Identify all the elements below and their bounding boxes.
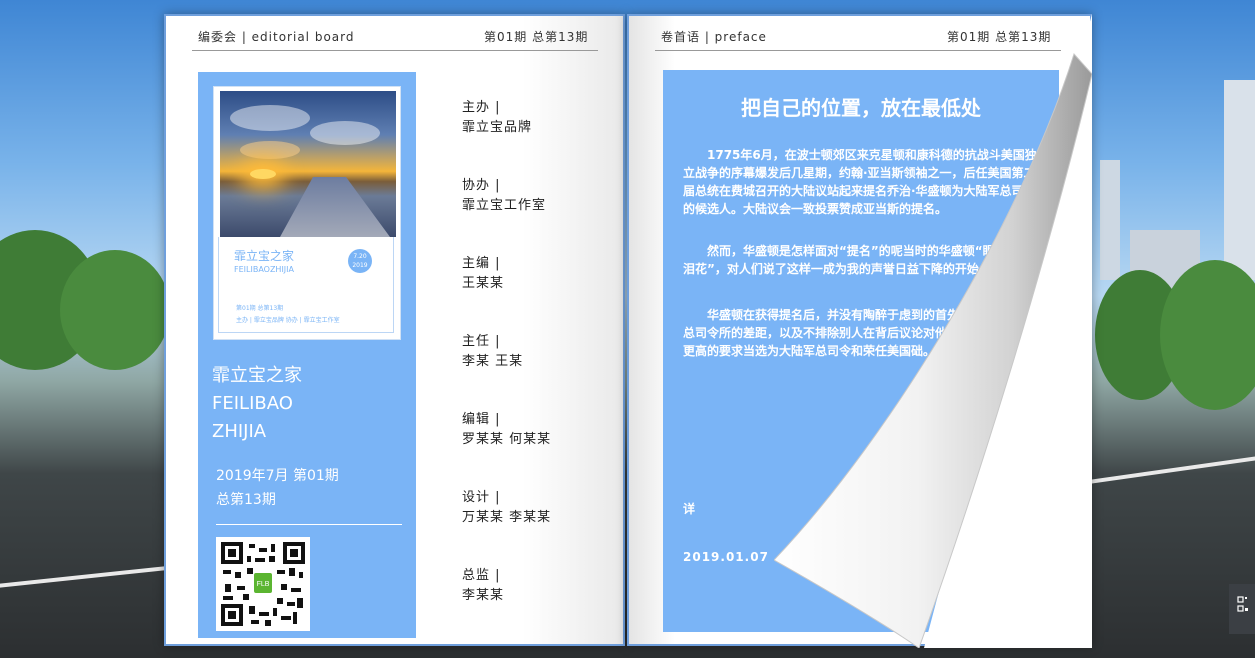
staff-designers: 设计 | 万某某 李某某 [462, 488, 551, 528]
staff-editor-in-chief: 主编 | 王某某 [462, 254, 504, 294]
staff-names: 霏立宝品牌 [462, 120, 533, 135]
staff-role: 总监 | [462, 568, 501, 583]
cover-subtitle: FEILIBAOZHIJIA [234, 265, 294, 274]
staff-role: 设计 | [462, 490, 501, 505]
issue-date: 2019年7月 第01期 [216, 468, 339, 484]
staff-names: 李某 王某 [462, 354, 524, 369]
staff-role: 编辑 | [462, 412, 501, 427]
staff-role: 主任 | [462, 334, 501, 349]
article-date: 2019.01.07 [683, 550, 769, 564]
right-page-header-title: 卷首语 | preface [661, 30, 767, 44]
cover-thumbnail[interactable]: 霏立宝之家 FEILIBAOZHIJIA 7.20 2019 第01期 总第13… [213, 86, 401, 340]
background-building [1100, 160, 1120, 280]
qr-code-icon [1237, 596, 1248, 612]
read-more-link[interactable]: 详 [683, 500, 695, 517]
staff-role: 主编 | [462, 256, 501, 271]
road-marking [1092, 456, 1255, 484]
staff-names: 王某某 [462, 276, 505, 291]
date-badge-year: 2019 [352, 262, 368, 269]
qr-code-image: FLB [221, 542, 305, 626]
background-tree [1160, 260, 1255, 410]
left-page-header-title: 编委会 | editorial board [198, 30, 355, 44]
road-marking [0, 566, 164, 588]
left-page-editorial-board[interactable]: 编委会 | editorial board 第01期 总第13期 霏立宝之家 F… [164, 14, 625, 646]
staff-host: 主办 | 霏立宝品牌 [462, 98, 532, 138]
staff-director: 主任 | 李某 王某 [462, 332, 523, 372]
magazine-title-en-2: ZHIJIA [212, 421, 267, 442]
staff-names: 罗某某 何某某 [462, 432, 552, 447]
header-divider [192, 50, 598, 51]
left-page-header-issue: 第01期 总第13期 [484, 30, 589, 44]
page-curl-corner[interactable] [774, 14, 1092, 648]
cover-title: 霏立宝之家 [234, 249, 295, 263]
side-toolbar-button[interactable] [1229, 584, 1255, 634]
staff-role: 主办 | [462, 100, 501, 115]
panel-divider [216, 524, 402, 525]
cover-issue-small: 第01期 总第13期 [236, 305, 284, 312]
cover-panel: 霏立宝之家 FEILIBAOZHIJIA 7.20 2019 第01期 总第13… [198, 72, 416, 638]
cover-publisher-small: 主办 | 霏立宝品牌 协办 | 霏立宝工作室 [236, 317, 340, 324]
staff-supervisor: 总监 | 李某某 [462, 566, 504, 606]
staff-names: 万某某 李某某 [462, 510, 552, 525]
cover-photo [220, 91, 396, 237]
background-building [1224, 80, 1255, 280]
issue-total: 总第13期 [216, 492, 276, 508]
staff-names: 李某某 [462, 588, 505, 603]
qr-logo-label: FLB [257, 581, 270, 588]
date-badge-day: 7.20 [353, 253, 367, 260]
cover-date-badge: 7.20 2019 [348, 249, 372, 273]
staff-role: 协办 | [462, 178, 501, 193]
staff-names: 霏立宝工作室 [462, 198, 547, 213]
background-tree [60, 250, 170, 370]
staff-editors: 编辑 | 罗某某 何某某 [462, 410, 551, 450]
magazine-title-cn: 霏立宝之家 [212, 365, 302, 386]
staff-co-host: 协办 | 霏立宝工作室 [462, 176, 546, 216]
magazine-title-en-1: FEILIBAO [212, 393, 293, 414]
qr-code[interactable]: FLB [216, 537, 310, 631]
